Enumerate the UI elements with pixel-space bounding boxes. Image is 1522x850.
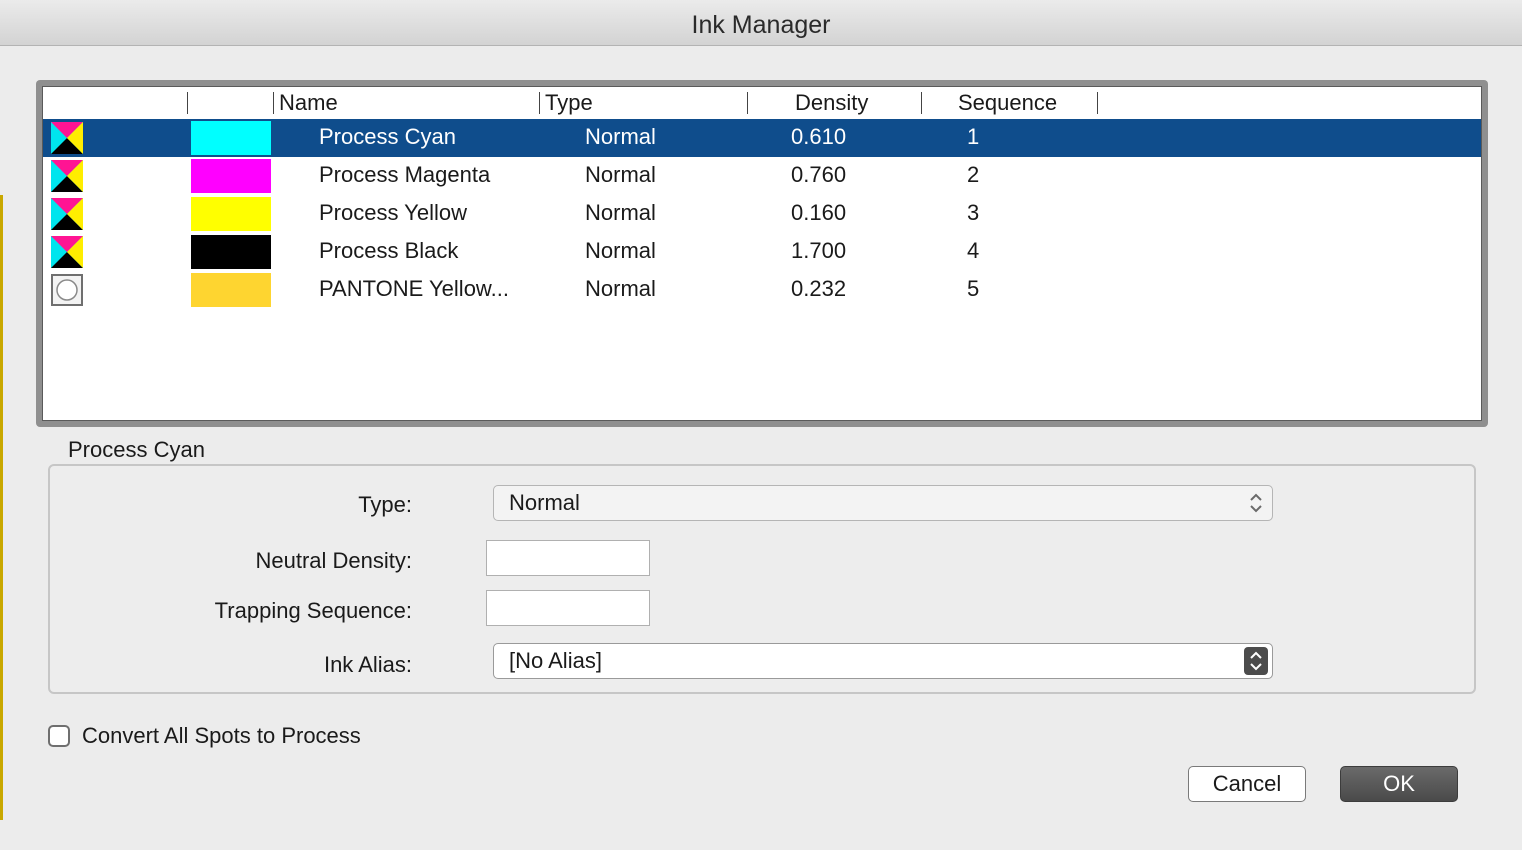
ink-type: Normal (585, 276, 656, 301)
ink-alias-label: Ink Alias: (323, 652, 412, 677)
process-ink-icon (51, 236, 83, 268)
ink-density: 0.610 (791, 124, 847, 149)
ink-row[interactable]: Process Yellow Normal 0.160 3 (43, 195, 1481, 233)
column-separator[interactable] (1097, 92, 1098, 114)
ink-name: Process Cyan (319, 124, 456, 149)
ink-density: 0.232 (791, 276, 847, 301)
ink-swatch (191, 159, 271, 193)
ink-swatch (191, 273, 271, 307)
column-header-name[interactable]: Name (279, 90, 338, 116)
ink-density: 0.160 (791, 200, 847, 225)
ink-swatch (191, 121, 271, 155)
process-ink-icon (51, 198, 83, 230)
process-ink-icon (51, 122, 83, 154)
up-down-arrows-icon (1250, 493, 1262, 513)
ink-row[interactable]: PANTONE Yellow... Normal 0.232 5 (43, 271, 1481, 309)
selected-ink-title: Process Cyan (68, 437, 205, 462)
column-separator[interactable] (921, 92, 922, 114)
spot-ink-icon (51, 274, 83, 306)
ink-row[interactable]: Process Black Normal 1.700 4 (43, 233, 1481, 271)
ink-sequence: 4 (967, 238, 980, 263)
ink-name: Process Black (319, 238, 459, 263)
column-header-density[interactable]: Density (795, 90, 868, 116)
type-label: Type: (358, 492, 412, 517)
ink-sequence: 1 (967, 124, 980, 149)
trapping-sequence-label: Trapping Sequence: (214, 598, 412, 623)
neutral-density-field[interactable] (486, 540, 650, 576)
neutral-density-label: Neutral Density: (255, 548, 412, 573)
ink-list[interactable]: Name Type Density Sequence Process Cyan N… (42, 86, 1482, 421)
type-select-value: Normal (509, 490, 580, 515)
ink-swatch (191, 235, 271, 269)
column-header-type[interactable]: Type (545, 90, 593, 116)
ink-type: Normal (585, 200, 656, 225)
ink-sequence: 3 (967, 200, 980, 225)
ink-type: Normal (585, 162, 656, 187)
ink-sequence: 2 (967, 162, 980, 187)
type-select[interactable]: Normal (493, 485, 1273, 521)
process-ink-icon (51, 160, 83, 192)
column-separator[interactable] (747, 92, 748, 114)
column-separator[interactable] (273, 92, 274, 114)
ink-sequence: 5 (967, 276, 980, 301)
ok-button[interactable]: OK (1340, 766, 1458, 802)
background-window-edge (0, 195, 3, 820)
cancel-button[interactable]: Cancel (1188, 766, 1306, 802)
column-separator[interactable] (187, 92, 188, 114)
ink-list-header: Name Type Density Sequence (43, 87, 1481, 119)
ink-density: 0.760 (791, 162, 847, 187)
ink-name: Process Magenta (319, 162, 491, 187)
ink-row[interactable]: Process Magenta Normal 0.760 2 (43, 157, 1481, 195)
ink-type: Normal (585, 238, 656, 263)
column-header-sequence[interactable]: Sequence (958, 90, 1057, 116)
ink-alias-select-value: [No Alias] (509, 648, 602, 673)
ink-list-frame: Name Type Density Sequence Process Cyan N… (36, 80, 1488, 427)
window-title: Ink Manager (691, 11, 831, 39)
trapping-sequence-field[interactable] (486, 590, 650, 626)
ink-swatch (191, 197, 271, 231)
ink-type: Normal (585, 124, 656, 149)
up-down-arrows-icon (1244, 647, 1268, 675)
convert-all-spots-checkbox[interactable] (48, 725, 70, 747)
convert-all-spots-label[interactable]: Convert All Spots to Process (82, 722, 361, 750)
ink-alias-select[interactable]: [No Alias] (493, 643, 1273, 679)
ink-row[interactable]: Process Cyan Normal 0.610 1 (43, 119, 1481, 157)
ink-density: 1.700 (791, 238, 847, 263)
title-bar: Ink Manager (0, 0, 1522, 46)
ink-details-group: Type: Normal Neutral Density: Trapping S… (48, 464, 1476, 694)
ink-name: PANTONE Yellow... (319, 276, 509, 301)
ink-name: Process Yellow (319, 200, 467, 225)
column-separator[interactable] (539, 92, 540, 114)
